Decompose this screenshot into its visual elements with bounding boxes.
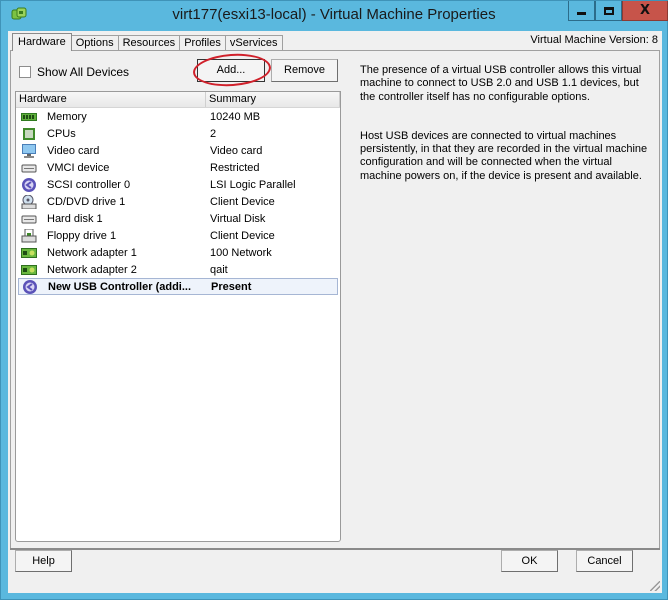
vm-version-label: Virtual Machine Version: 8 (530, 34, 658, 46)
resize-grip[interactable] (650, 581, 660, 591)
monitor-icon (21, 143, 37, 158)
list-item[interactable]: VMCI device Restricted (16, 159, 340, 176)
show-all-devices-checkbox[interactable]: Show All Devices (19, 65, 129, 79)
checkbox-box[interactable] (19, 66, 31, 78)
column-header-summary[interactable]: Summary (206, 92, 340, 107)
list-item[interactable]: Floppy drive 1 Client Device (16, 227, 340, 244)
device-icon (21, 161, 37, 175)
close-icon: X (639, 3, 651, 18)
hardware-name: Network adapter 1 (47, 246, 137, 259)
list-item[interactable]: Memory 10240 MB (16, 108, 340, 125)
network-adapter-icon (21, 246, 37, 260)
cd-drive-icon (21, 194, 37, 209)
maximize-button[interactable] (595, 1, 622, 21)
tab-strip: Hardware Options Resources Profiles vSer… (12, 33, 283, 51)
hardware-summary: 2 (210, 127, 217, 140)
hardware-summary: qait (210, 263, 228, 276)
hardware-name: Memory (47, 110, 87, 123)
show-all-devices-label: Show All Devices (37, 65, 130, 79)
tab-options[interactable]: Options (70, 35, 119, 51)
list-item[interactable]: SCSI controller 0 LSI Logic Parallel (16, 176, 340, 193)
controller-icon (21, 177, 37, 192)
hardware-summary: Present (211, 280, 252, 293)
hardware-summary: LSI Logic Parallel (210, 178, 296, 191)
hardware-name: Network adapter 2 (47, 263, 137, 276)
hardware-summary: 10240 MB (210, 110, 261, 123)
list-item[interactable]: Video card Video card (16, 142, 340, 159)
list-item[interactable]: Network adapter 2 qait (16, 261, 340, 278)
hardware-name: Video card (47, 144, 100, 157)
dialog-client-area: Hardware Options Resources Profiles vSer… (8, 31, 662, 593)
cpu-icon (21, 127, 37, 141)
device-description: The presence of a virtual USB controller… (360, 64, 650, 209)
hardware-name: CPUs (47, 127, 76, 140)
hardware-name: New USB Controller (addi... (48, 280, 192, 293)
hardware-name: CD/DVD drive 1 (47, 195, 126, 208)
hardware-name: Hard disk 1 (47, 212, 103, 225)
list-item[interactable]: Network adapter 1 100 Network (16, 244, 340, 261)
hardware-summary: 100 Network (210, 246, 272, 259)
tab-vservices[interactable]: vServices (224, 35, 283, 51)
vm-properties-window: virt177(esxi13-local) - Virtual Machine … (0, 0, 668, 600)
list-item[interactable]: Hard disk 1 Virtual Disk (16, 210, 340, 227)
maximize-icon (603, 6, 614, 15)
column-header-hardware[interactable]: Hardware (16, 92, 206, 107)
hardware-list[interactable]: Hardware Summary Memory 10240 MB CPUs 2 Vide… (15, 91, 341, 542)
hard-disk-icon (21, 212, 37, 226)
tab-hardware[interactable]: Hardware (12, 33, 72, 51)
memory-icon (21, 110, 37, 124)
title-bar[interactable]: virt177(esxi13-local) - Virtual Machine … (1, 1, 668, 31)
tab-resources[interactable]: Resources (117, 35, 181, 51)
list-item[interactable]: CD/DVD drive 1 Client Device (16, 193, 340, 210)
close-button[interactable]: X (622, 1, 668, 21)
ok-button[interactable]: OK (501, 550, 558, 572)
hardware-summary: Virtual Disk (210, 212, 266, 225)
hardware-summary: Client Device (210, 195, 275, 208)
list-rows: Memory 10240 MB CPUs 2 Video card Video card V… (16, 108, 340, 295)
list-item[interactable]: New USB Controller (addi... Present (18, 278, 338, 295)
list-header: Hardware Summary (16, 92, 340, 108)
list-item[interactable]: CPUs 2 (16, 125, 340, 142)
hardware-name: Floppy drive 1 (47, 229, 117, 242)
description-paragraph: The presence of a virtual USB controller… (360, 64, 642, 103)
remove-button[interactable]: Remove (271, 59, 338, 82)
hardware-tab-panel: Show All Devices Add... Remove Hardware … (10, 50, 660, 550)
cancel-button[interactable]: Cancel (576, 550, 633, 572)
hardware-summary: Video card (210, 144, 263, 157)
hardware-summary: Client Device (210, 229, 275, 242)
help-button[interactable]: Help (15, 550, 72, 572)
minimize-button[interactable] (568, 1, 595, 21)
floppy-drive-icon (21, 228, 37, 243)
hardware-summary: Restricted (210, 161, 260, 174)
hardware-name: VMCI device (47, 161, 110, 174)
usb-controller-icon (22, 279, 38, 294)
network-adapter-icon (21, 263, 37, 277)
minimize-icon (577, 11, 586, 15)
description-paragraph: Host USB devices are connected to virtua… (360, 129, 648, 182)
tab-profiles[interactable]: Profiles (179, 35, 226, 51)
add-button[interactable]: Add... (197, 59, 265, 82)
hardware-name: SCSI controller 0 (47, 178, 131, 191)
